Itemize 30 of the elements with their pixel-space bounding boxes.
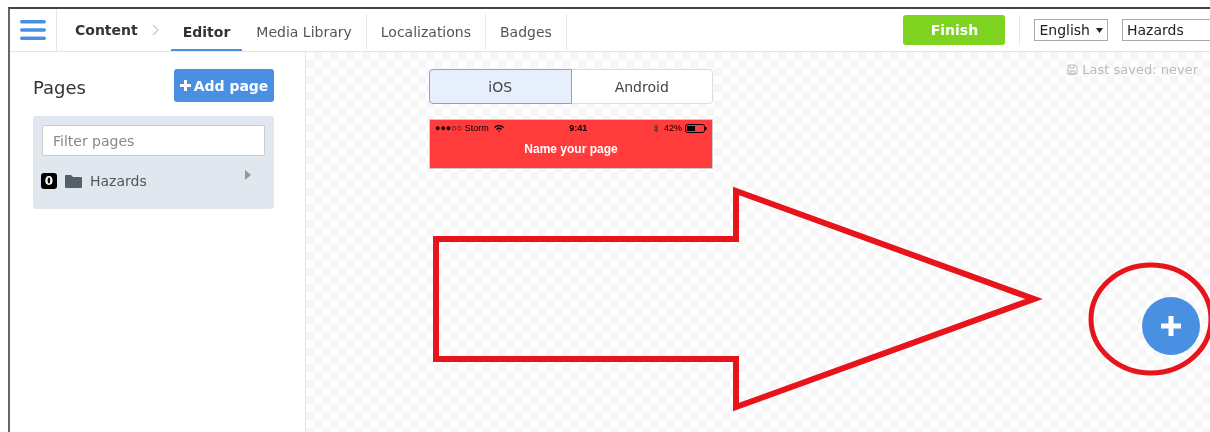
battery-text: 42% (664, 123, 682, 133)
plus-icon (1159, 314, 1183, 338)
sidebar-title: Pages (33, 77, 86, 98)
app-select[interactable]: Hazards (1122, 19, 1210, 41)
add-button[interactable] (1142, 297, 1200, 355)
wifi-icon (493, 124, 504, 132)
folder-icon (65, 174, 82, 188)
language-select[interactable]: English (1034, 19, 1108, 41)
dropdown-caret-icon (1096, 27, 1103, 33)
count-badge: 0 (41, 173, 57, 189)
menu-icon[interactable] (20, 20, 46, 40)
nav-tab[interactable]: Badges (486, 14, 567, 51)
page-item[interactable]: Hazards (90, 173, 237, 189)
breadcrumb-link[interactable]: Content (75, 22, 138, 38)
carrier-text: ●●●○○ Storm (435, 123, 489, 133)
platform-tab[interactable]: Android (571, 69, 713, 104)
nav-tab[interactable]: Localizations (366, 14, 486, 51)
page-title: Name your page (523, 142, 619, 156)
battery-icon (685, 123, 707, 133)
clock-text: 9:41 (569, 123, 588, 133)
platform-tab[interactable]: iOS (429, 69, 572, 104)
plus-icon (179, 80, 191, 91)
filter-field[interactable]: Filter pages (42, 125, 265, 156)
nav-tab[interactable]: Editor (170, 14, 243, 51)
chevron-icon (151, 24, 159, 36)
bluetooth-icon (653, 123, 659, 133)
expand-arrow-icon[interactable] (245, 170, 251, 180)
save-icon (1067, 64, 1079, 75)
last-saved-text: Last saved: never (1082, 62, 1198, 77)
nav-tab[interactable]: Media Library (242, 14, 367, 51)
